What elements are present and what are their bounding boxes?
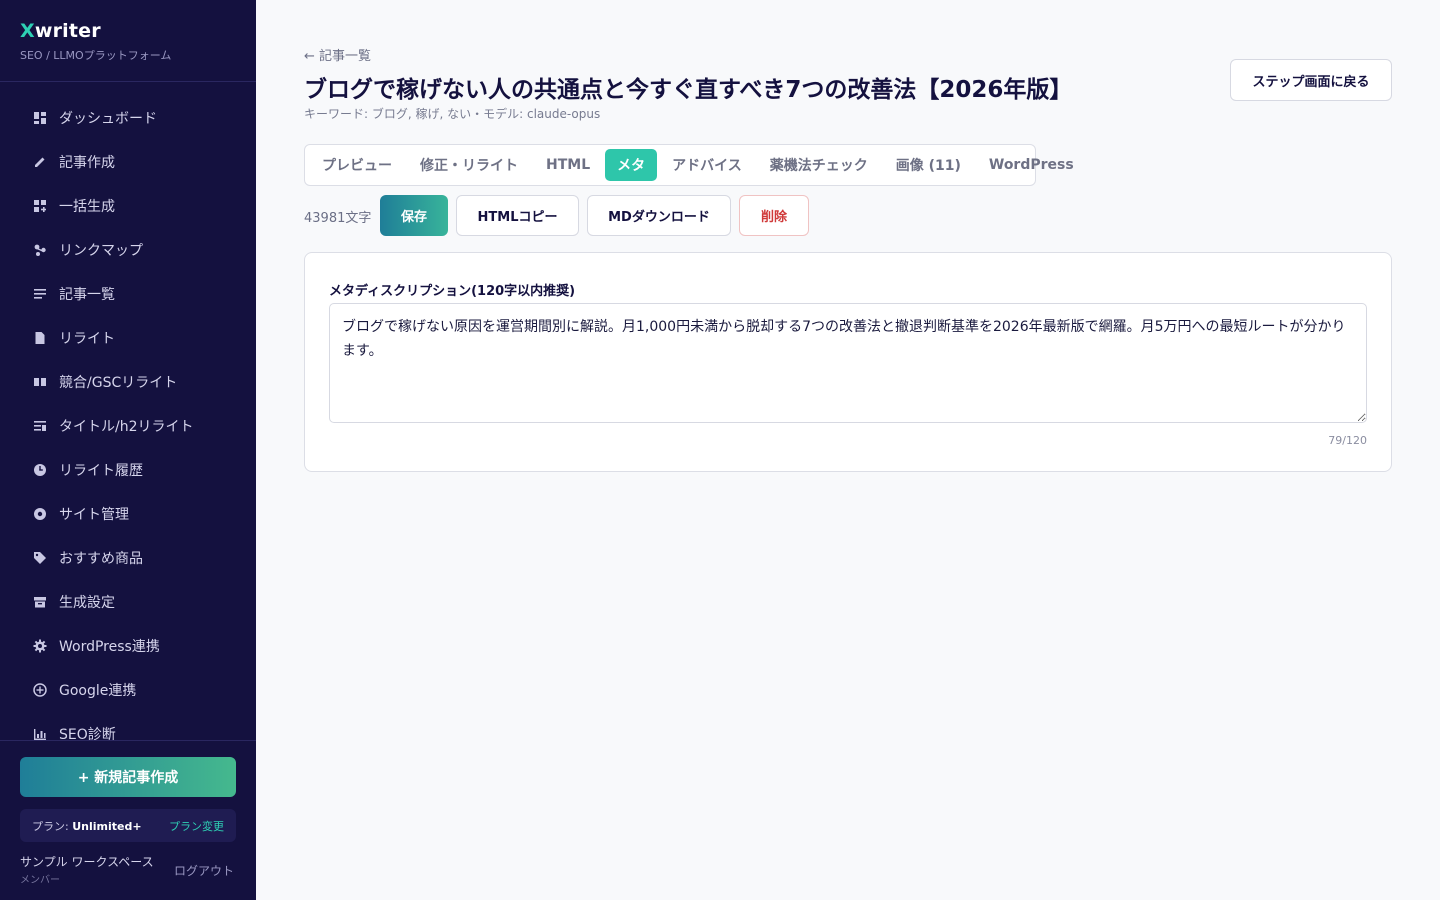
tab-meta[interactable]: メタ — [605, 149, 658, 181]
sidebar: Xwriter SEO / LLMOプラットフォーム ダッシュボード 記事作成 … — [0, 0, 256, 900]
meta-description-input[interactable]: ブログで稼げない原因を運営期間別に解説。月1,000円未満から脱却する7つの改善… — [329, 303, 1367, 423]
sidebar-item-label: サイト管理 — [59, 507, 129, 523]
tab-wordpress[interactable]: WordPress — [976, 149, 1087, 181]
tab-preview[interactable]: プレビュー — [309, 149, 405, 181]
book-open-icon — [32, 375, 47, 390]
clock-icon — [32, 463, 47, 478]
brand-tagline: SEO / LLMOプラットフォーム — [20, 49, 172, 62]
tab-pharma-law-check[interactable]: 薬機法チェック — [757, 149, 881, 181]
sidebar-item-create-article[interactable]: 記事作成 — [0, 140, 256, 184]
html-copy-button[interactable]: HTMLコピー — [456, 195, 579, 236]
md-download-button[interactable]: MDダウンロード — [587, 195, 731, 236]
pencil-icon — [32, 155, 47, 170]
plan-label: プラン: Unlimited+ — [32, 819, 142, 833]
back-to-article-list-link[interactable]: ← 記事一覧 — [304, 45, 371, 64]
sidebar-item-google-integration[interactable]: Google連携 — [0, 668, 256, 712]
divider — [0, 740, 256, 741]
meta-description-counter: 79/120 — [1328, 434, 1367, 447]
sidebar-item-generation-settings[interactable]: 生成設定 — [0, 580, 256, 624]
save-button[interactable]: 保存 — [380, 195, 448, 236]
tab-images[interactable]: 画像 (11) — [883, 149, 974, 181]
sidebar-item-label: ダッシュボード — [59, 111, 157, 127]
plan-change-link[interactable]: プラン変更 — [169, 818, 224, 834]
heading-icon — [32, 419, 47, 434]
sidebar-item-label: 記事作成 — [59, 155, 115, 171]
sidebar-item-link-map[interactable]: リンクマップ — [0, 228, 256, 272]
gear-icon — [32, 639, 47, 654]
back-to-step-button[interactable]: ステップ画面に戻る — [1230, 59, 1392, 101]
plan-name: Unlimited+ — [72, 819, 142, 833]
article-keywords-model: キーワード: ブログ, 稼げ, ない・モデル: claude-opus — [304, 107, 601, 121]
sidebar-item-label: 競合/GSCリライト — [59, 375, 178, 391]
sidebar-item-label: 一括生成 — [59, 199, 115, 215]
meta-description-label: メタディスクリプション(120字以内推奨) — [329, 284, 576, 299]
sidebar-item-rewrite-history[interactable]: リライト履歴 — [0, 448, 256, 492]
brand[interactable]: Xwriter SEO / LLMOプラットフォーム — [20, 20, 171, 63]
sidebar-item-recommended-products[interactable]: おすすめ商品 — [0, 536, 256, 580]
sidebar-item-label: WordPress連携 — [59, 639, 160, 655]
plan-box: プラン: Unlimited+ プラン変更 — [20, 809, 236, 842]
logout-link[interactable]: ログアウト — [174, 862, 234, 879]
sidebar-item-competitor-gsc-rewrite[interactable]: 競合/GSCリライト — [0, 360, 256, 404]
user-role: メンバー — [20, 875, 60, 886]
delete-button[interactable]: 削除 — [739, 195, 809, 236]
meta-description-card: メタディスクリプション(120字以内推奨) ブログで稼げない原因を運営期間別に解… — [304, 252, 1392, 472]
archive-icon — [32, 595, 47, 610]
sidebar-item-label: リライト — [59, 331, 115, 347]
brand-logo: Xwriter — [20, 20, 101, 42]
sidebar-item-label: おすすめ商品 — [59, 551, 143, 567]
article-tabs: プレビュー 修正・リライト HTML メタ アドバイス 薬機法チェック 画像 (… — [304, 144, 1074, 186]
document-icon — [32, 331, 47, 346]
character-count: 43981文字 — [304, 211, 372, 226]
sidebar-item-label: SEO診断 — [59, 727, 116, 740]
sidebar-item-label: タイトル/h2リライト — [59, 419, 194, 435]
compass-icon — [32, 507, 47, 522]
dashboard-icon — [32, 111, 47, 126]
sidebar-item-wordpress-integration[interactable]: WordPress連携 — [0, 624, 256, 668]
sidebar-item-article-list[interactable]: 記事一覧 — [0, 272, 256, 316]
tab-edit-rewrite[interactable]: 修正・リライト — [407, 149, 531, 181]
tag-icon — [32, 551, 47, 566]
divider — [0, 81, 256, 82]
sidebar-item-label: リライト履歴 — [59, 463, 143, 479]
plus-circle-icon — [32, 683, 47, 698]
grid-plus-icon — [32, 199, 47, 214]
sidebar-item-label: 記事一覧 — [59, 287, 115, 303]
sidebar-item-seo-diagnosis[interactable]: SEO診断 — [0, 712, 256, 740]
sidebar-item-label: 生成設定 — [59, 595, 115, 611]
page-title: ブログで稼げない人の共通点と今すぐ直すべき7つの改善法【2026年版】 — [304, 77, 1073, 103]
workspace-name: サンプル ワークスペース — [20, 855, 154, 869]
sidebar-item-site-management[interactable]: サイト管理 — [0, 492, 256, 536]
new-article-button[interactable]: + 新規記事作成 — [20, 757, 236, 797]
tab-html[interactable]: HTML — [533, 149, 603, 181]
list-icon — [32, 287, 47, 302]
tab-advice[interactable]: アドバイス — [659, 149, 755, 181]
sidebar-nav: ダッシュボード 記事作成 一括生成 リンクマップ 記事一覧 リライト 競合/GS… — [0, 96, 256, 740]
sidebar-item-bulk-generate[interactable]: 一括生成 — [0, 184, 256, 228]
sidebar-item-dashboard[interactable]: ダッシュボード — [0, 96, 256, 140]
sidebar-item-label: リンクマップ — [59, 243, 143, 259]
sidebar-item-label: Google連携 — [59, 683, 137, 699]
sidebar-item-title-h2-rewrite[interactable]: タイトル/h2リライト — [0, 404, 256, 448]
link-map-icon — [32, 243, 47, 258]
chart-icon — [32, 727, 47, 740]
sidebar-item-rewrite[interactable]: リライト — [0, 316, 256, 360]
